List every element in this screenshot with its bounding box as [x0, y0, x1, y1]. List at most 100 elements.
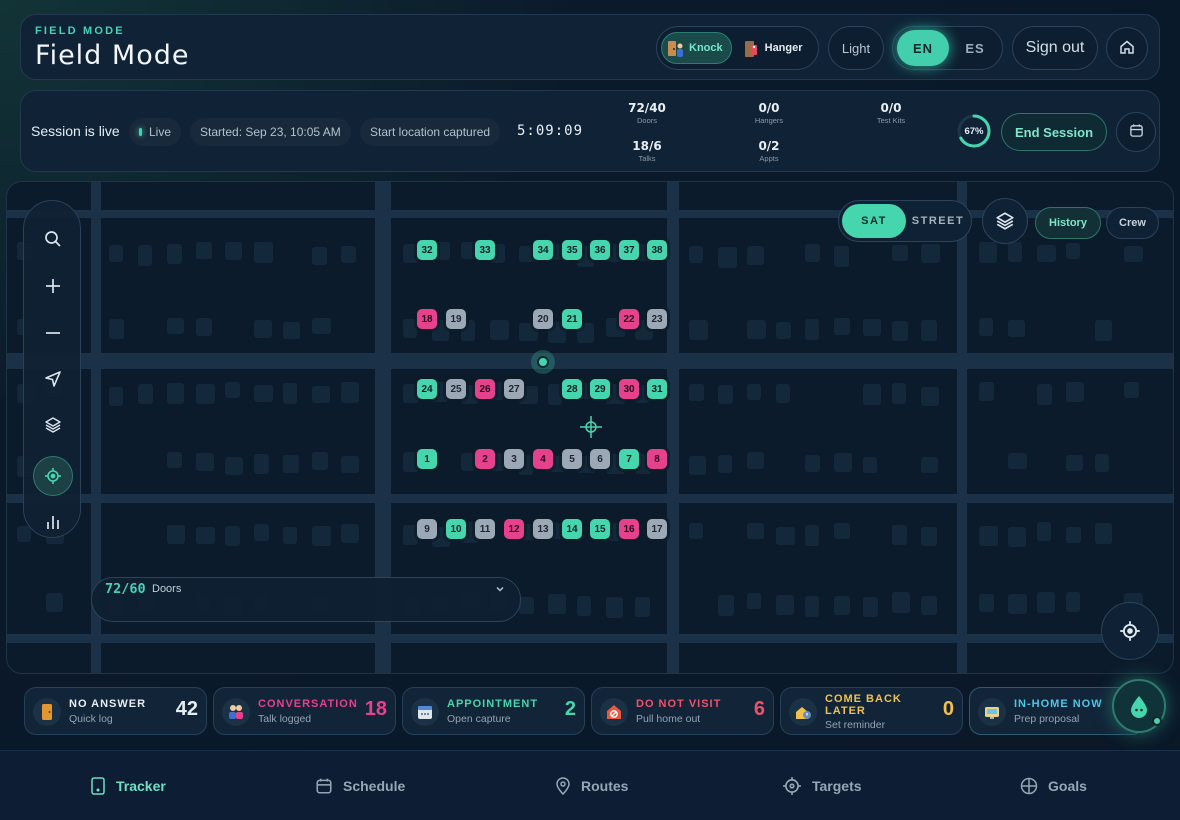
door-marker-15[interactable]: 15 [590, 519, 610, 539]
door-marker-6[interactable]: 6 [590, 449, 610, 469]
come-back-later-card[interactable]: COME BACK LATER Set reminder 0 [780, 687, 963, 735]
recenter-tool-button[interactable] [33, 456, 73, 496]
live-badge: Live [129, 118, 181, 146]
knock-label: Knock [689, 42, 723, 54]
outcome-subtitle: Talk logged [258, 713, 312, 725]
outcome-count: 42 [175, 698, 198, 720]
stat-hangers: 0/0 Hangers [724, 101, 814, 125]
lang-es-button[interactable]: ES [949, 30, 1001, 66]
door-marker-13[interactable]: 13 [533, 519, 553, 539]
door-marker-5[interactable]: 5 [562, 449, 582, 469]
door-marker-24[interactable]: 24 [417, 379, 437, 399]
stats-tool-button[interactable] [33, 502, 73, 542]
door-marker-17[interactable]: 17 [647, 519, 667, 539]
history-button[interactable]: History [1035, 207, 1101, 239]
locate-me-button[interactable] [1101, 602, 1159, 660]
door-icon [33, 698, 61, 726]
no-answer-card[interactable]: NO ANSWER Quick log 42 [24, 687, 207, 735]
layers-button[interactable] [982, 198, 1028, 244]
door-marker-8[interactable]: 8 [647, 449, 667, 469]
door-marker-36[interactable]: 36 [590, 240, 610, 260]
door-marker-34[interactable]: 34 [533, 240, 553, 260]
street-button[interactable]: STREET [906, 204, 970, 238]
conversation-card[interactable]: CONVERSATION Talk logged 18 [213, 687, 396, 735]
door-marker-1[interactable]: 1 [417, 449, 437, 469]
outcome-count: 0 [942, 698, 954, 720]
calendar-icon [316, 778, 332, 794]
door-marker-31[interactable]: 31 [647, 379, 667, 399]
door-marker-7[interactable]: 7 [619, 449, 639, 469]
door-marker-37[interactable]: 37 [619, 240, 639, 260]
navigation-arrow-icon [45, 371, 61, 387]
door-marker-4[interactable]: 4 [533, 449, 553, 469]
door-marker-35[interactable]: 35 [562, 240, 582, 260]
stat-test-kits: 0/0 Test Kits [846, 101, 936, 125]
door-marker-10[interactable]: 10 [446, 519, 466, 539]
door-marker-18[interactable]: 18 [417, 309, 437, 329]
nav-goals[interactable]: Goals [1020, 775, 1087, 797]
do-not-visit-card[interactable]: DO NOT VISIT Pull home out 6 [591, 687, 774, 735]
appointment-card[interactable]: APPOINTMENT Open capture 2 [402, 687, 585, 735]
door-marker-20[interactable]: 20 [533, 309, 553, 329]
door-marker-30[interactable]: 30 [619, 379, 639, 399]
calendar-icon [411, 698, 439, 726]
door-marker-28[interactable]: 28 [562, 379, 582, 399]
door-marker-25[interactable]: 25 [446, 379, 466, 399]
knock-button[interactable]: Knock [661, 32, 732, 64]
target-icon [45, 468, 61, 484]
live-label: Live [148, 125, 171, 139]
door-marker-21[interactable]: 21 [562, 309, 582, 329]
outcome-title: DO NOT VISIT [636, 698, 722, 710]
outcome-title: IN-HOME NOW [1014, 698, 1103, 710]
people-icon [222, 698, 250, 726]
map-search-button[interactable] [33, 219, 73, 259]
door-marker-14[interactable]: 14 [562, 519, 582, 539]
map-layers-tool-button[interactable] [33, 405, 73, 445]
door-marker-27[interactable]: 27 [504, 379, 524, 399]
location-chip: Start location captured [360, 118, 501, 146]
door-marker-29[interactable]: 29 [590, 379, 610, 399]
hanger-button[interactable]: Hanger [738, 32, 811, 64]
outcome-count: 6 [753, 698, 765, 720]
crew-button[interactable]: Crew [1106, 207, 1159, 239]
house-clock-icon [789, 698, 817, 726]
door-marker-26[interactable]: 26 [475, 379, 495, 399]
door-marker-11[interactable]: 11 [475, 519, 495, 539]
stat-label: Doors [636, 116, 657, 125]
session-calendar-button[interactable] [1116, 112, 1156, 152]
light-theme-button[interactable]: Light [828, 26, 884, 70]
stat-value: 0/2 [758, 139, 780, 153]
door-marker-38[interactable]: 38 [647, 240, 667, 260]
navigate-button[interactable] [33, 359, 73, 399]
zoom-out-button[interactable] [33, 313, 73, 353]
current-location-dot [531, 350, 555, 374]
page-title: Field Mode [35, 40, 190, 71]
session-title: Session is live [31, 123, 120, 139]
door-marker-19[interactable]: 19 [446, 309, 466, 329]
door-marker-32[interactable]: 32 [417, 240, 437, 260]
nav-schedule[interactable]: Schedule [315, 775, 405, 797]
nav-targets[interactable]: Targets [782, 775, 862, 797]
map-view[interactable]: 32 33 34 35 36 37 38 18 19 20 21 22 23 24 25 26 27 28 29 30… [6, 181, 1174, 674]
door-marker-9[interactable]: 9 [417, 519, 437, 539]
door-marker-3[interactable]: 3 [504, 449, 524, 469]
door-marker-2[interactable]: 2 [475, 449, 495, 469]
outcome-title: COME BACK LATER [825, 693, 902, 717]
nav-tracker[interactable]: Tracker [90, 775, 166, 797]
door-marker-33[interactable]: 33 [475, 240, 495, 260]
locate-icon [1120, 621, 1140, 641]
door-marker-16[interactable]: 16 [619, 519, 639, 539]
door-marker-12[interactable]: 12 [504, 519, 524, 539]
doors-summary-dropdown[interactable]: 72/60 Doors [91, 577, 521, 622]
door-marker-23[interactable]: 23 [647, 309, 667, 329]
sign-out-button[interactable]: Sign out [1012, 26, 1098, 70]
satellite-button[interactable]: SAT [842, 204, 906, 238]
door-marker-22[interactable]: 22 [619, 309, 639, 329]
nav-routes[interactable]: Routes [555, 775, 628, 797]
stat-value: 72/40 [628, 101, 666, 115]
end-session-button[interactable]: End Session [1001, 113, 1107, 151]
lang-en-button[interactable]: EN [897, 30, 949, 66]
home-button[interactable] [1106, 27, 1148, 69]
zoom-in-button[interactable] [33, 266, 73, 306]
map-style-toggle: SAT STREET [838, 200, 972, 242]
